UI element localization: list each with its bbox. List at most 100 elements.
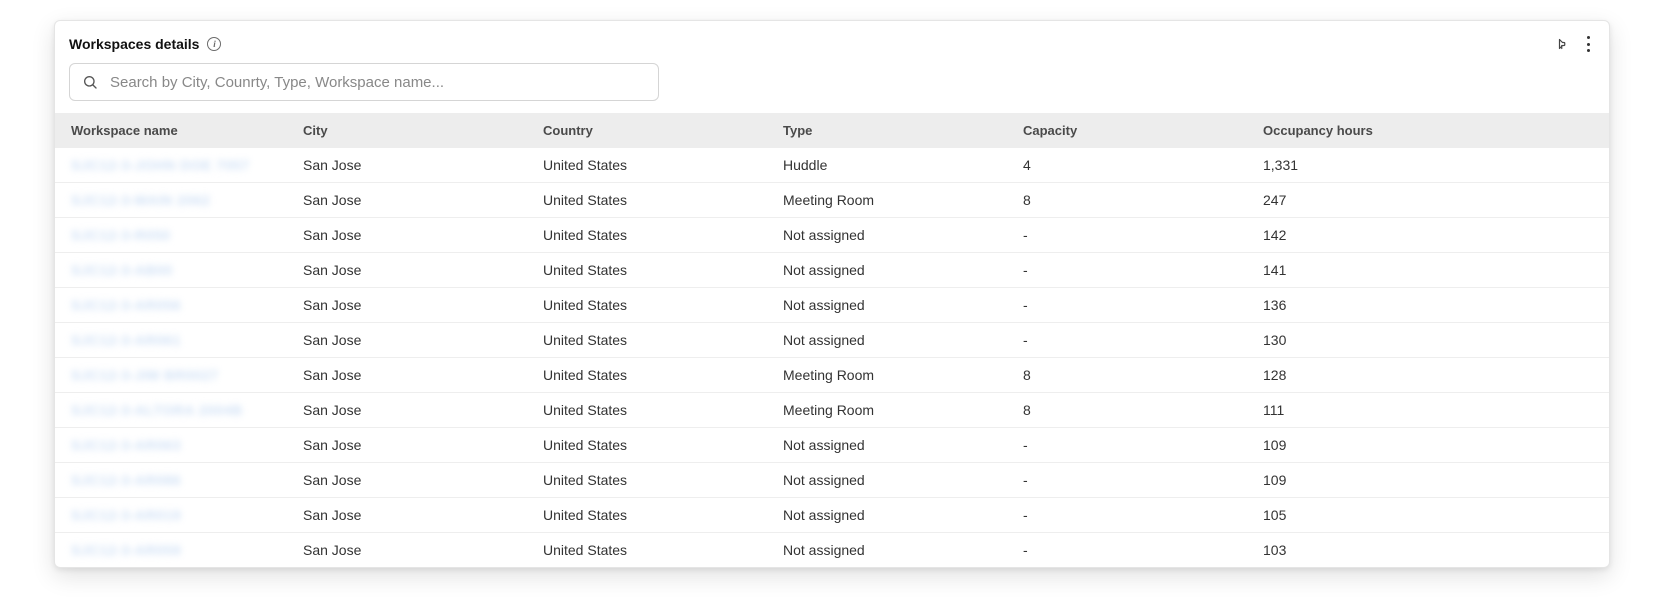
cell-country: United States xyxy=(535,253,775,288)
cell-country: United States xyxy=(535,428,775,463)
cell-occupancy: 109 xyxy=(1255,428,1609,463)
cell-country: United States xyxy=(535,323,775,358)
cell-occupancy: 142 xyxy=(1255,218,1609,253)
table-row[interactable]: SJC12-3-AR056San JoseUnited StatesNot as… xyxy=(55,288,1609,323)
cell-country: United States xyxy=(535,218,775,253)
cell-capacity: 8 xyxy=(1015,183,1255,218)
cell-occupancy: 128 xyxy=(1255,358,1609,393)
cell-country: United States xyxy=(535,183,775,218)
cell-capacity: - xyxy=(1015,288,1255,323)
workspaces-details-panel: Workspaces details i xyxy=(54,20,1610,568)
table-row[interactable]: SJC12-3-AB00San JoseUnited StatesNot ass… xyxy=(55,253,1609,288)
cell-workspace-name: SJC12-3-AR059 xyxy=(55,533,295,568)
cell-capacity: - xyxy=(1015,428,1255,463)
table-row[interactable]: SJC12-3-AR059San JoseUnited StatesNot as… xyxy=(55,533,1609,568)
cell-city: San Jose xyxy=(295,253,535,288)
cell-country: United States xyxy=(535,393,775,428)
search-row xyxy=(55,63,1609,113)
cell-occupancy: 105 xyxy=(1255,498,1609,533)
cell-type: Meeting Room xyxy=(775,393,1015,428)
cell-workspace-name: SJC12-3-AR063 xyxy=(55,428,295,463)
table-header-row: Workspace name City Country Type Capacit… xyxy=(55,113,1609,148)
cell-country: United States xyxy=(535,498,775,533)
cell-workspace-name: SJC12-3-AR056 xyxy=(55,288,295,323)
cell-capacity: - xyxy=(1015,323,1255,358)
cell-capacity: 8 xyxy=(1015,393,1255,428)
cell-city: San Jose xyxy=(295,288,535,323)
cell-workspace-name: SJC12-3-AB00 xyxy=(55,253,295,288)
table-row[interactable]: SJC12-3-AR019San JoseUnited StatesNot as… xyxy=(55,498,1609,533)
cell-country: United States xyxy=(535,358,775,393)
cell-workspace-name: SJC12-3-R050 xyxy=(55,218,295,253)
cell-workspace-name: SJC12-3-ALTORA 2004B xyxy=(55,393,295,428)
cell-capacity: - xyxy=(1015,498,1255,533)
col-header-country[interactable]: Country xyxy=(535,113,775,148)
col-header-capacity[interactable]: Capacity xyxy=(1015,113,1255,148)
cell-city: San Jose xyxy=(295,463,535,498)
table-row[interactable]: SJC12-3-R050San JoseUnited StatesNot ass… xyxy=(55,218,1609,253)
search-box[interactable] xyxy=(69,63,659,101)
table-row[interactable]: SJC12-3-JIM BR0027San JoseUnited StatesM… xyxy=(55,358,1609,393)
info-icon[interactable]: i xyxy=(207,37,221,51)
cell-type: Not assigned xyxy=(775,533,1015,568)
cell-city: San Jose xyxy=(295,358,535,393)
cell-workspace-name: SJC12-3-AR061 xyxy=(55,323,295,358)
table-row[interactable]: SJC12-3-MAIN 2062San JoseUnited StatesMe… xyxy=(55,183,1609,218)
panel-title-wrap: Workspaces details i xyxy=(69,36,221,52)
cell-country: United States xyxy=(535,533,775,568)
cell-occupancy: 103 xyxy=(1255,533,1609,568)
table-row[interactable]: SJC12-3-AR063San JoseUnited StatesNot as… xyxy=(55,428,1609,463)
cell-type: Not assigned xyxy=(775,498,1015,533)
cell-capacity: - xyxy=(1015,533,1255,568)
cell-type: Not assigned xyxy=(775,428,1015,463)
panel-header: Workspaces details i xyxy=(55,35,1609,63)
col-header-occupancy[interactable]: Occupancy hours xyxy=(1255,113,1609,148)
cell-capacity: 4 xyxy=(1015,148,1255,183)
cell-country: United States xyxy=(535,148,775,183)
cell-type: Meeting Room xyxy=(775,183,1015,218)
cell-type: Not assigned xyxy=(775,288,1015,323)
cell-country: United States xyxy=(535,463,775,498)
cell-occupancy: 111 xyxy=(1255,393,1609,428)
cell-city: San Jose xyxy=(295,393,535,428)
cell-city: San Jose xyxy=(295,428,535,463)
table-row[interactable]: SJC12-3-ALTORA 2004BSan JoseUnited State… xyxy=(55,393,1609,428)
table-row[interactable]: SJC12-3-JOHN DOE 7057San JoseUnited Stat… xyxy=(55,148,1609,183)
table-row[interactable]: SJC12-3-AR086San JoseUnited StatesNot as… xyxy=(55,463,1609,498)
cell-occupancy: 130 xyxy=(1255,323,1609,358)
cell-occupancy: 247 xyxy=(1255,183,1609,218)
cell-workspace-name: SJC12-3-JOHN DOE 7057 xyxy=(55,148,295,183)
cell-capacity: - xyxy=(1015,463,1255,498)
cell-type: Huddle xyxy=(775,148,1015,183)
more-menu-icon[interactable] xyxy=(1581,35,1595,53)
cell-type: Not assigned xyxy=(775,253,1015,288)
cell-capacity: 8 xyxy=(1015,358,1255,393)
cell-city: San Jose xyxy=(295,323,535,358)
col-header-type[interactable]: Type xyxy=(775,113,1015,148)
col-header-city[interactable]: City xyxy=(295,113,535,148)
panel-actions xyxy=(1549,35,1595,53)
search-icon xyxy=(82,74,98,90)
cell-country: United States xyxy=(535,288,775,323)
cell-city: San Jose xyxy=(295,218,535,253)
cell-type: Not assigned xyxy=(775,463,1015,498)
cell-workspace-name: SJC12-3-MAIN 2062 xyxy=(55,183,295,218)
workspaces-table: Workspace name City Country Type Capacit… xyxy=(55,113,1609,567)
cell-occupancy: 109 xyxy=(1255,463,1609,498)
cell-type: Meeting Room xyxy=(775,358,1015,393)
cell-type: Not assigned xyxy=(775,218,1015,253)
megaphone-icon[interactable] xyxy=(1549,35,1567,53)
panel-title: Workspaces details xyxy=(69,36,199,52)
cell-city: San Jose xyxy=(295,533,535,568)
table-row[interactable]: SJC12-3-AR061San JoseUnited StatesNot as… xyxy=(55,323,1609,358)
col-header-name[interactable]: Workspace name xyxy=(55,113,295,148)
cell-occupancy: 136 xyxy=(1255,288,1609,323)
cell-workspace-name: SJC12-3-AR086 xyxy=(55,463,295,498)
cell-workspace-name: SJC12-3-AR019 xyxy=(55,498,295,533)
cell-occupancy: 141 xyxy=(1255,253,1609,288)
cell-city: San Jose xyxy=(295,148,535,183)
cell-capacity: - xyxy=(1015,253,1255,288)
search-input[interactable] xyxy=(110,74,646,91)
cell-occupancy: 1,331 xyxy=(1255,148,1609,183)
cell-type: Not assigned xyxy=(775,323,1015,358)
